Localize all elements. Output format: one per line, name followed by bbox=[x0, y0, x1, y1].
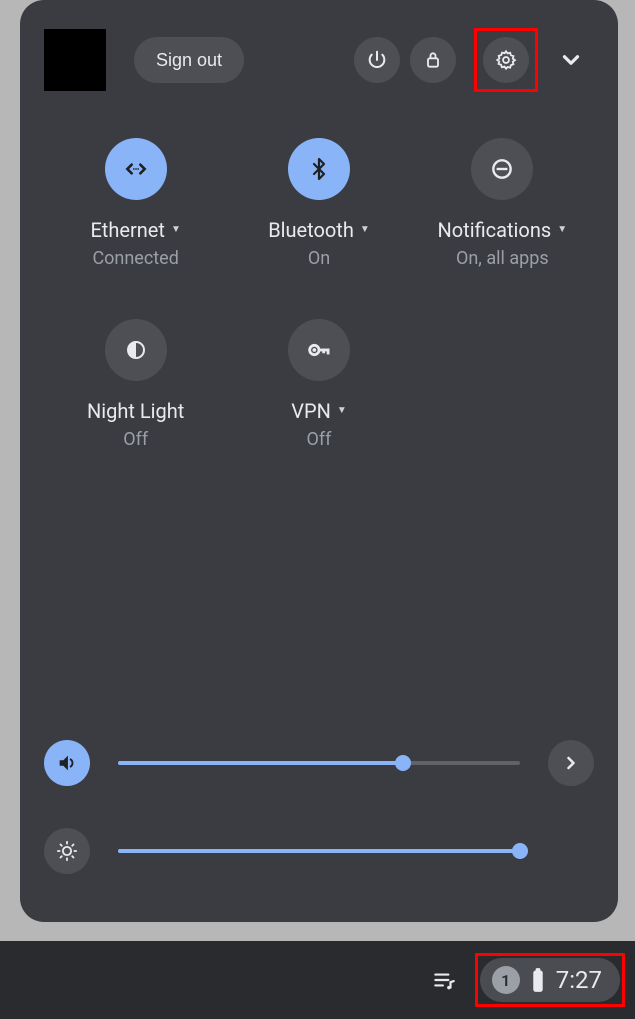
vpn-icon bbox=[288, 319, 350, 381]
volume-slider[interactable] bbox=[118, 751, 520, 775]
user-avatar[interactable] bbox=[44, 29, 106, 91]
music-queue-icon bbox=[431, 967, 457, 993]
sign-out-button[interactable]: Sign out bbox=[134, 37, 244, 83]
brightness-icon bbox=[56, 840, 78, 862]
caret-down-icon: ▼ bbox=[171, 224, 181, 236]
dnd-icon bbox=[471, 138, 533, 200]
night-light-icon bbox=[105, 319, 167, 381]
brightness-slider[interactable] bbox=[118, 839, 520, 863]
toggle-label: VPN▼ bbox=[291, 399, 347, 423]
toggle-vpn[interactable]: VPN▼ Off bbox=[234, 319, 404, 450]
settings-button[interactable] bbox=[483, 37, 529, 83]
lock-button[interactable] bbox=[410, 37, 456, 83]
chevron-down-icon bbox=[558, 47, 584, 73]
highlight-status-area: 1 7:27 bbox=[475, 953, 625, 1007]
toggle-label: Bluetooth▼ bbox=[268, 218, 370, 242]
quick-settings-panel: Sign out bbox=[20, 0, 618, 922]
media-controls-button[interactable] bbox=[421, 957, 467, 1003]
gear-icon bbox=[495, 49, 517, 71]
toggle-label: Ethernet▼ bbox=[90, 218, 180, 242]
power-button[interactable] bbox=[354, 37, 400, 83]
brightness-row bbox=[44, 828, 594, 874]
toggle-status: Connected bbox=[92, 248, 178, 269]
toggle-notifications[interactable]: Notifications▼ On, all apps bbox=[417, 138, 587, 269]
toggle-ethernet[interactable]: Ethernet▼ Connected bbox=[51, 138, 221, 269]
collapse-button[interactable] bbox=[548, 37, 594, 83]
toggle-night-light[interactable]: Night Light Off bbox=[51, 319, 221, 450]
sliders-section bbox=[44, 740, 594, 874]
toggle-status: Off bbox=[307, 429, 332, 450]
caret-down-icon: ▼ bbox=[360, 224, 370, 236]
volume-button[interactable] bbox=[44, 740, 90, 786]
volume-icon bbox=[56, 752, 78, 774]
toggle-status: Off bbox=[123, 429, 148, 450]
status-area[interactable]: 1 7:27 bbox=[480, 958, 620, 1002]
feature-toggles: Ethernet▼ Connected Bluetooth▼ On Notificati… bbox=[44, 138, 594, 450]
toggle-status: On, all apps bbox=[456, 248, 549, 269]
toggle-label: Notifications▼ bbox=[438, 218, 568, 242]
shelf: 1 7:27 bbox=[0, 941, 635, 1019]
chevron-right-icon bbox=[561, 753, 581, 773]
volume-row bbox=[44, 740, 594, 786]
caret-down-icon: ▼ bbox=[557, 224, 567, 236]
lock-icon bbox=[423, 50, 443, 70]
power-icon bbox=[366, 49, 388, 71]
quick-settings-header: Sign out bbox=[44, 28, 594, 92]
toggle-status: On bbox=[308, 248, 330, 269]
clock-text: 7:27 bbox=[556, 966, 602, 994]
highlight-settings bbox=[474, 28, 538, 92]
brightness-button[interactable] bbox=[44, 828, 90, 874]
ethernet-icon bbox=[105, 138, 167, 200]
battery-icon bbox=[530, 967, 546, 993]
audio-settings-expand-button[interactable] bbox=[548, 740, 594, 786]
bluetooth-icon bbox=[288, 138, 350, 200]
caret-down-icon: ▼ bbox=[337, 405, 347, 417]
notification-count-badge: 1 bbox=[492, 966, 520, 994]
toggle-label: Night Light bbox=[87, 399, 184, 423]
toggle-bluetooth[interactable]: Bluetooth▼ On bbox=[234, 138, 404, 269]
